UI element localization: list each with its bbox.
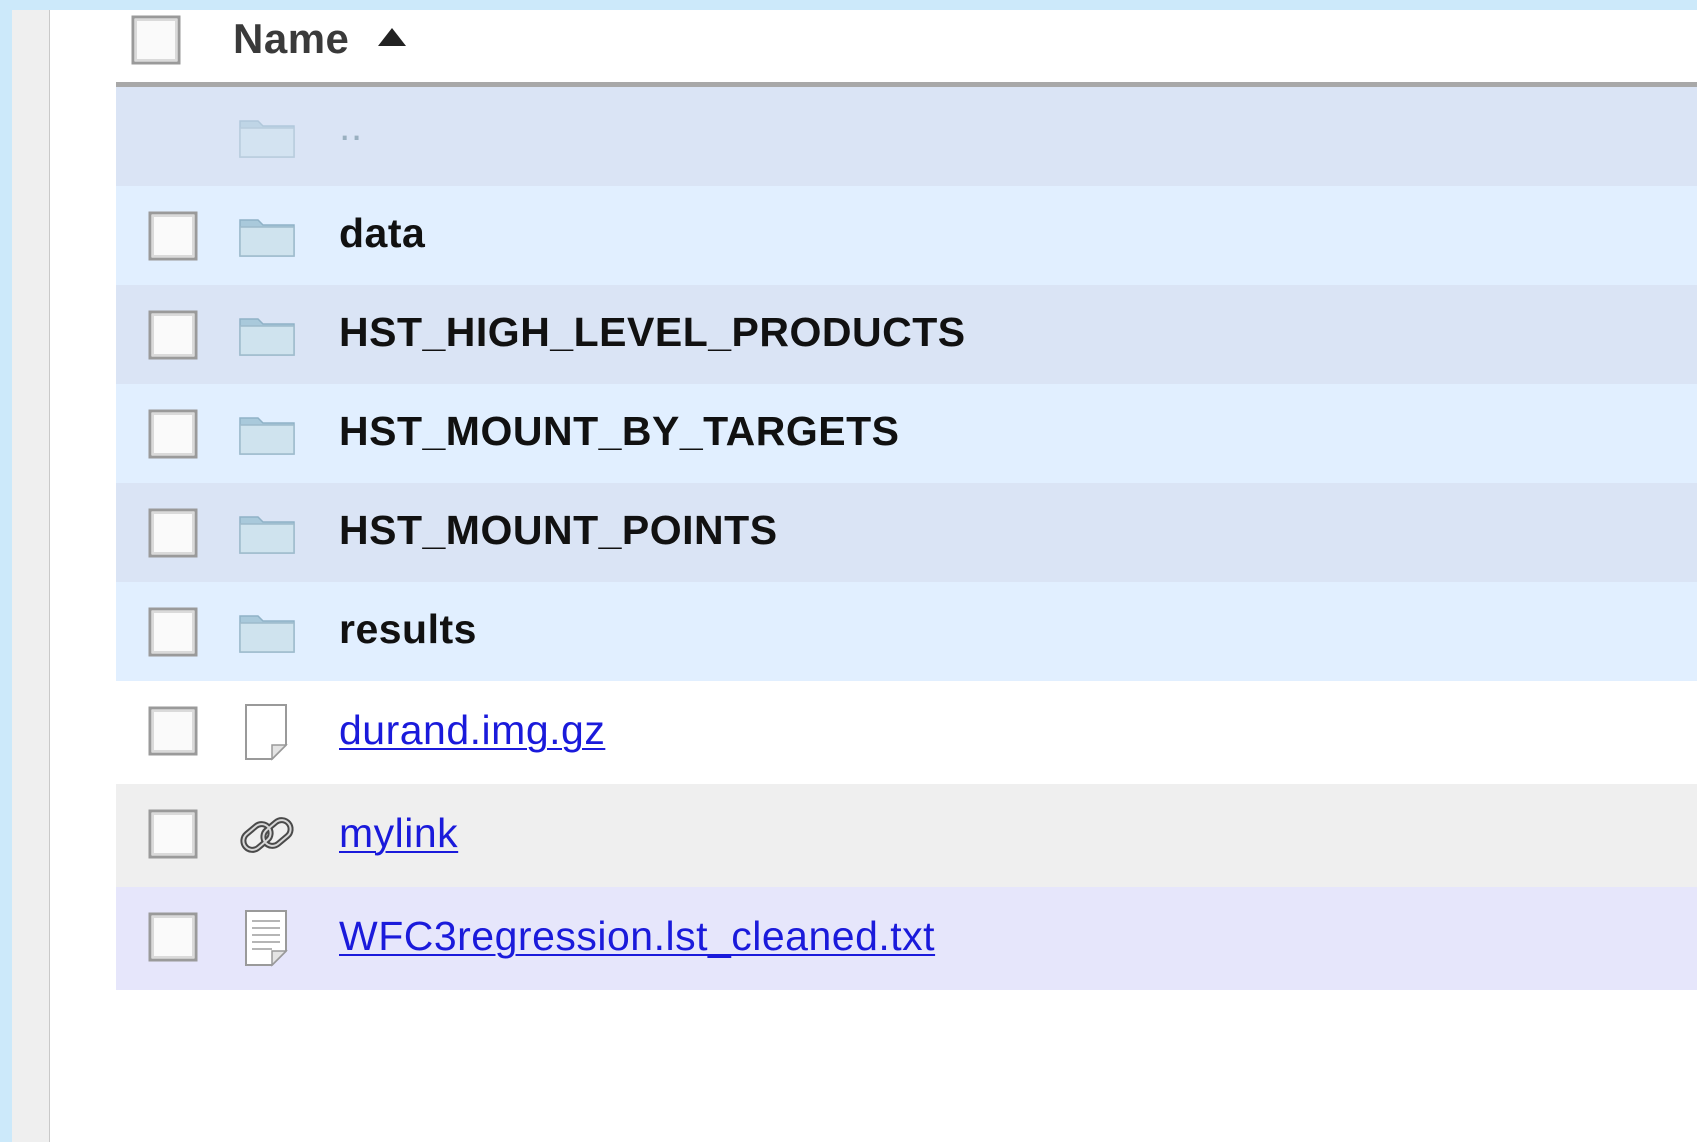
row-checkbox[interactable] xyxy=(148,912,198,962)
folder-icon xyxy=(238,109,296,167)
folder-icon xyxy=(238,604,296,662)
row-checkbox[interactable] xyxy=(148,409,198,459)
folder-icon xyxy=(238,505,296,563)
list-item[interactable]: HST_MOUNT_POINTS xyxy=(116,483,1697,582)
list-item[interactable]: HST_MOUNT_BY_TARGETS xyxy=(116,384,1697,483)
table-header: Name xyxy=(116,10,1697,82)
list-item[interactable]: durand.img.gz xyxy=(116,681,1697,784)
list-item[interactable]: WFC3regression.lst_cleaned.txt xyxy=(116,887,1697,990)
folder-icon xyxy=(238,208,296,266)
row-checkbox[interactable] xyxy=(148,508,198,558)
folder-name[interactable]: HST_MOUNT_BY_TARGETS xyxy=(339,408,900,455)
row-checkbox[interactable] xyxy=(148,706,198,756)
list-item[interactable]: data xyxy=(116,186,1697,285)
row-checkbox[interactable] xyxy=(148,211,198,261)
folder-icon xyxy=(238,406,296,464)
list-item[interactable]: results xyxy=(116,582,1697,681)
row-checkbox[interactable] xyxy=(148,809,198,859)
folder-name[interactable]: HST_HIGH_LEVEL_PRODUCTS xyxy=(339,309,966,356)
left-gutter xyxy=(12,10,50,1142)
folder-name[interactable]: results xyxy=(339,606,477,653)
file-link[interactable]: mylink xyxy=(339,810,458,857)
folder-name[interactable]: HST_MOUNT_POINTS xyxy=(339,507,778,554)
file-table: Name .. data HST_HIGH_LEVEL_PRODUCTS HST_MO… xyxy=(116,10,1697,990)
text-file-icon xyxy=(238,909,296,967)
row-checkbox[interactable] xyxy=(148,310,198,360)
sort-ascending-icon[interactable] xyxy=(378,28,406,46)
file-link[interactable]: durand.img.gz xyxy=(339,707,605,754)
folder-name[interactable]: data xyxy=(339,210,425,257)
list-item[interactable]: .. xyxy=(116,87,1697,186)
select-all-checkbox[interactable] xyxy=(131,15,181,65)
file-link[interactable]: WFC3regression.lst_cleaned.txt xyxy=(339,913,935,960)
folder-icon xyxy=(238,307,296,365)
name-column-header[interactable]: Name xyxy=(233,15,349,63)
file-list: .. data HST_HIGH_LEVEL_PRODUCTS HST_MOUNT_B… xyxy=(116,87,1697,990)
list-item[interactable]: mylink xyxy=(116,784,1697,887)
file-icon xyxy=(238,703,296,761)
parent-directory-link[interactable]: .. xyxy=(339,103,363,150)
row-checkbox[interactable] xyxy=(148,607,198,657)
list-item[interactable]: HST_HIGH_LEVEL_PRODUCTS xyxy=(116,285,1697,384)
chain-link-icon xyxy=(238,806,296,864)
